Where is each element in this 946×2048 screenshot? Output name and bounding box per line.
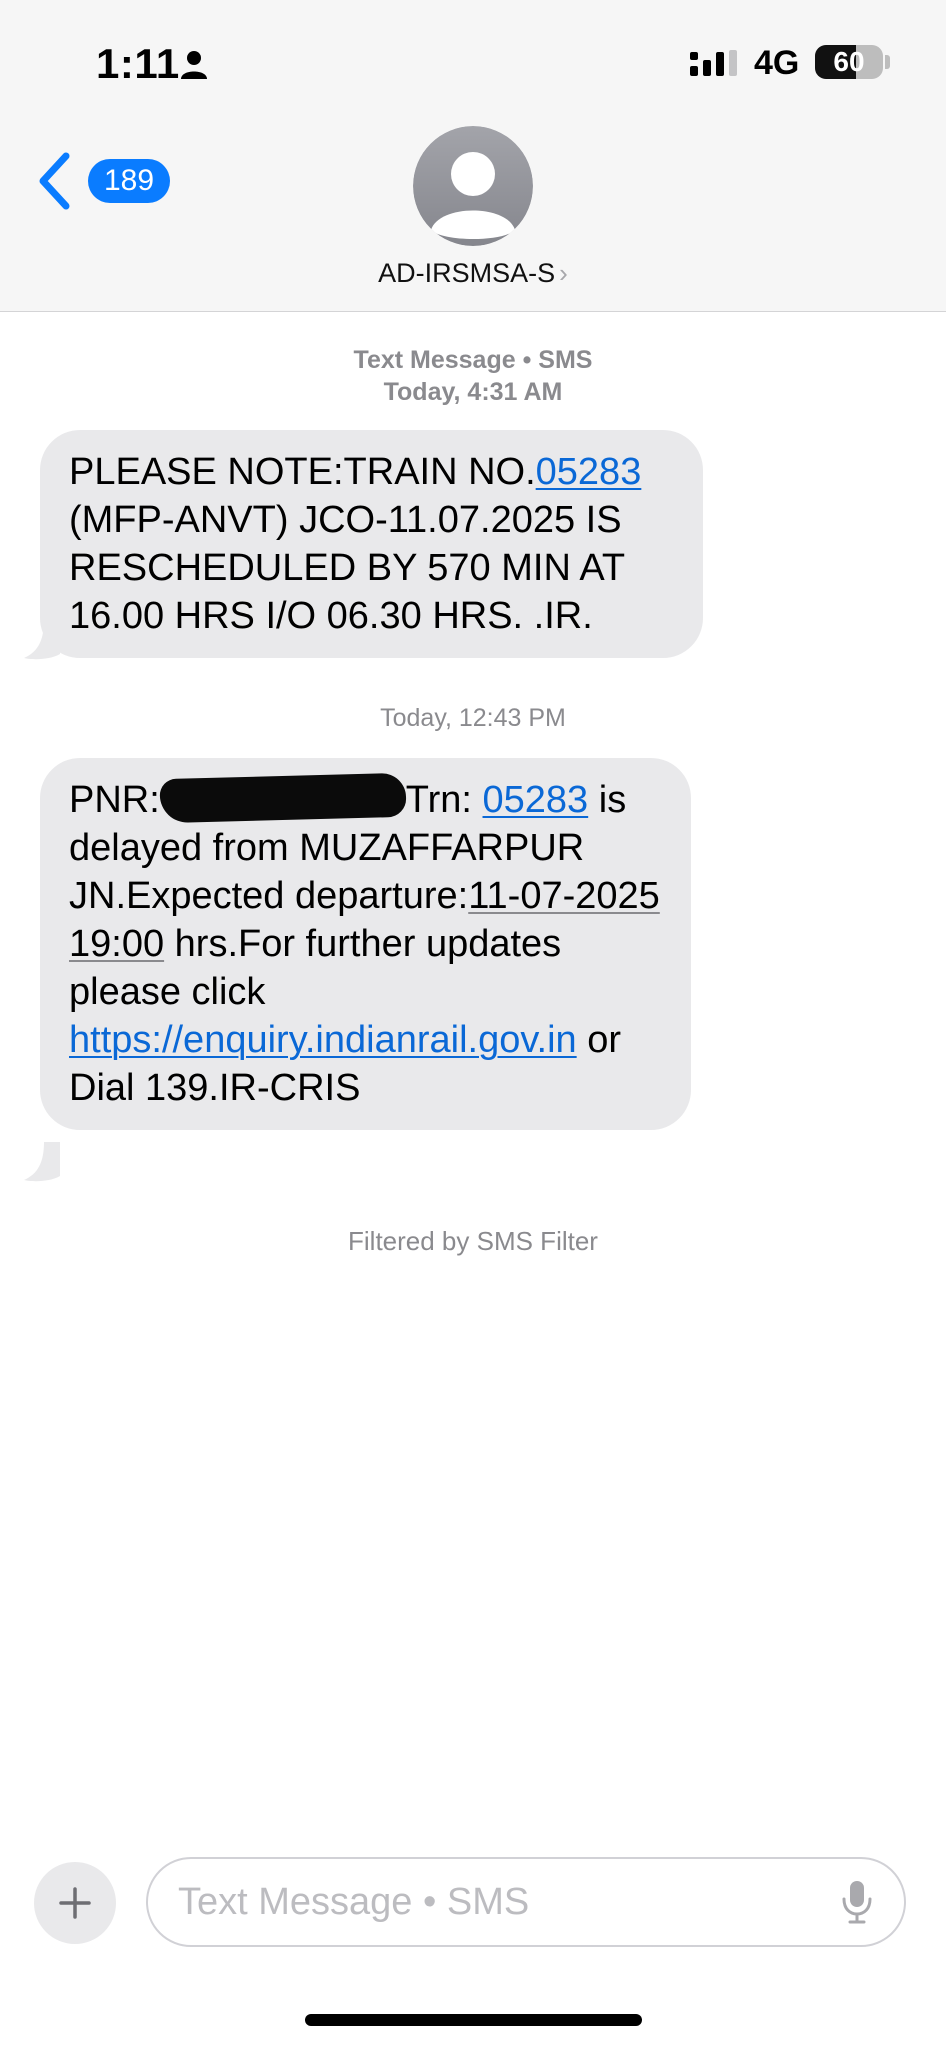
microphone-icon[interactable] bbox=[840, 1879, 874, 1925]
home-indicator[interactable] bbox=[305, 2014, 642, 2026]
contact-name: AD-IRSMSA-S bbox=[378, 258, 556, 288]
contact-avatar[interactable] bbox=[413, 126, 533, 246]
message-text: PLEASE NOTE:TRAIN NO. bbox=[69, 451, 536, 493]
pnr-label: PNR: bbox=[69, 779, 160, 821]
redacted-pnr-scribble bbox=[159, 772, 407, 824]
add-attachment-button[interactable] bbox=[34, 1862, 116, 1944]
person-status-icon bbox=[181, 51, 207, 79]
sms-filter-note: Filtered by SMS Filter bbox=[348, 1226, 598, 1256]
enquiry-url-link[interactable]: https://enquiry.indianrail.gov.in bbox=[69, 1019, 577, 1061]
contact-name-button[interactable]: AD-IRSMSA-S › bbox=[0, 258, 946, 289]
plus-icon bbox=[59, 1887, 91, 1919]
message-input[interactable] bbox=[178, 1859, 818, 1945]
train-number-link[interactable]: 05283 bbox=[536, 451, 642, 493]
status-time: 1:11 bbox=[96, 40, 180, 87]
message-timestamp: Today, 4:31 AM bbox=[383, 378, 563, 406]
cellular-signal-icon bbox=[690, 50, 737, 76]
bubble-tail bbox=[24, 1142, 60, 1182]
person-silhouette-icon bbox=[413, 126, 533, 246]
message-bubble[interactable]: PNR: Trn: 05283 is delayed from MUZAFFARP… bbox=[40, 758, 691, 1130]
trn-label: Trn: bbox=[405, 779, 483, 821]
battery-nub bbox=[885, 55, 890, 69]
back-chevron-icon[interactable] bbox=[36, 152, 72, 210]
back-unread-count-badge[interactable]: 189 bbox=[88, 159, 171, 203]
conversation-header: 1:11 4G 60 189 AD-IRSMSA-S › bbox=[0, 0, 946, 312]
message-bubble[interactable]: PLEASE NOTE:TRAIN NO.05283 (MFP-ANVT) JC… bbox=[40, 430, 703, 658]
train-number-link[interactable]: 05283 bbox=[483, 779, 589, 821]
battery-percent: 60 bbox=[833, 46, 865, 77]
message-composer[interactable] bbox=[146, 1857, 906, 1947]
chevron-right-icon: › bbox=[559, 258, 568, 288]
battery-indicator: 60 bbox=[815, 45, 883, 79]
message-timestamp: Today, 12:43 PM bbox=[380, 704, 566, 732]
message-service-label: Text Message • SMS bbox=[353, 346, 593, 374]
message-meta-2: Today, 12:43 PM bbox=[0, 702, 946, 734]
message-text: (MFP-ANVT) JCO-11.07.2025 IS RESCHEDULED… bbox=[69, 499, 625, 637]
message-meta-1: Text Message • SMS Today, 4:31 AM bbox=[0, 344, 946, 408]
network-type-label: 4G bbox=[754, 44, 800, 82]
